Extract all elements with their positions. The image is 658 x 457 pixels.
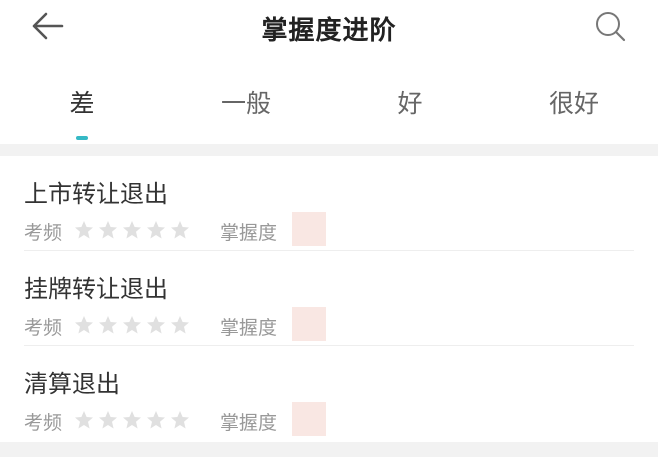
tab-good[interactable]: 好 [350,84,470,120]
star-icon [147,221,165,239]
frequency-label: 考频 [24,222,63,244]
mastery-tabs: 差 一般 好 很好 [0,72,658,144]
star-icon [147,316,165,334]
list-item[interactable]: 挂牌转让退出 考频 掌握度 [0,251,658,346]
search-icon [596,12,626,42]
knowledge-point-list: 上市转让退出 考频 掌握度 挂牌转让退出 考频 掌握度 清算退出 考频 掌握度 [0,156,658,457]
star-icon [171,411,189,429]
star-icon [171,221,189,239]
active-tab-indicator [76,136,88,140]
star-icon [75,316,93,334]
star-icon [99,316,117,334]
item-title: 清算退出 [24,370,120,398]
star-icon [123,221,141,239]
frequency-stars [74,315,194,337]
star-icon [75,221,93,239]
tab-average[interactable]: 一般 [186,84,306,120]
item-title: 挂牌转让退出 [24,275,168,303]
frequency-stars [74,410,194,432]
search-button[interactable] [590,6,630,46]
star-icon [75,411,93,429]
star-icon [99,411,117,429]
frequency-label: 考频 [24,317,63,339]
star-icon [99,221,117,239]
star-icon [123,411,141,429]
section-divider [0,144,658,156]
frequency-stars [74,220,194,242]
star-icon [147,411,165,429]
mastery-indicator [292,307,326,341]
mastery-label: 掌握度 [220,317,278,339]
star-icon [171,316,189,334]
frequency-label: 考频 [24,412,63,434]
tab-poor[interactable]: 差 [22,84,142,120]
mastery-indicator [292,402,326,436]
list-item[interactable]: 清算退出 考频 掌握度 [0,346,658,441]
mastery-indicator [292,212,326,246]
top-bar: 掌握度进阶 [0,0,658,56]
star-icon [123,316,141,334]
tab-very-good[interactable]: 很好 [514,84,634,120]
mastery-label: 掌握度 [220,412,278,434]
mastery-label: 掌握度 [220,222,278,244]
item-title: 上市转让退出 [24,180,168,208]
page-title: 掌握度进阶 [261,16,397,46]
bottom-spacer [0,442,658,457]
list-item[interactable]: 上市转让退出 考频 掌握度 [0,156,658,251]
